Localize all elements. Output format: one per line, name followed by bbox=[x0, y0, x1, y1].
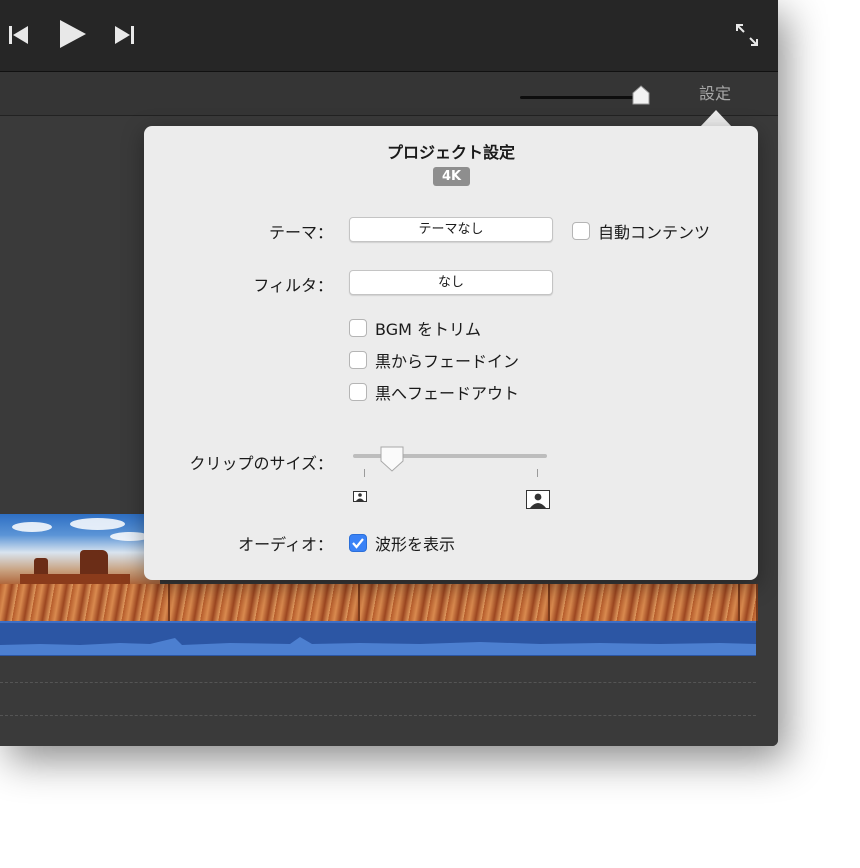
clip-frame bbox=[0, 584, 170, 621]
checkbox-box[interactable] bbox=[349, 351, 367, 369]
skip-back-icon[interactable] bbox=[8, 25, 30, 45]
checkbox-box[interactable] bbox=[349, 534, 367, 552]
fade-in-checkbox[interactable]: 黒からフェードイン bbox=[349, 348, 519, 372]
play-icon[interactable] bbox=[58, 19, 88, 49]
fade-out-label: 黒へフェードアウト bbox=[375, 384, 520, 403]
checkmark-icon bbox=[352, 538, 364, 549]
audio-waveform-track[interactable] bbox=[0, 621, 756, 656]
checkbox-box[interactable] bbox=[349, 319, 367, 337]
timeline-track-divider bbox=[0, 682, 756, 683]
filter-label: フィルタ： bbox=[253, 276, 333, 295]
show-waveform-label: 波形を表示 bbox=[375, 535, 456, 554]
clip-frame bbox=[360, 584, 550, 621]
clip-size-label: クリップのサイズ： bbox=[189, 454, 333, 473]
slider-tick bbox=[537, 469, 538, 477]
popover-title: プロジェクト設定 bbox=[386, 143, 515, 162]
audio-label: オーディオ： bbox=[238, 535, 333, 554]
popover-arrow bbox=[700, 110, 732, 127]
small-thumbnail-icon bbox=[353, 487, 367, 506]
auto-content-checkbox[interactable]: 自動コンテンツ bbox=[572, 219, 710, 243]
checkbox-box[interactable] bbox=[572, 222, 590, 240]
clip-frame bbox=[550, 584, 740, 621]
theme-popup[interactable]: テーマなし bbox=[349, 217, 553, 242]
fade-in-label: 黒からフェードイン bbox=[375, 352, 520, 371]
large-thumbnail-icon bbox=[526, 490, 550, 513]
trim-bgm-checkbox[interactable]: BGM をトリム bbox=[349, 316, 481, 340]
resolution-badge: 4K bbox=[433, 167, 470, 186]
checkbox-box[interactable] bbox=[349, 383, 367, 401]
slider-tick bbox=[364, 469, 365, 477]
fade-out-checkbox[interactable]: 黒へフェードアウト bbox=[349, 380, 519, 404]
theme-label: テーマ： bbox=[268, 223, 333, 242]
clip-frame bbox=[170, 584, 360, 621]
show-waveform-checkbox[interactable]: 波形を表示 bbox=[349, 531, 455, 555]
filter-popup[interactable]: なし bbox=[349, 270, 553, 295]
zoom-slider-track[interactable] bbox=[520, 96, 644, 99]
zoom-slider-knob[interactable] bbox=[632, 85, 650, 105]
settings-button[interactable]: 設定 bbox=[690, 83, 740, 105]
expand-icon[interactable] bbox=[734, 22, 760, 48]
timeline-track-divider bbox=[0, 715, 756, 716]
timeline-toolbar bbox=[0, 72, 778, 116]
skip-forward-icon[interactable] bbox=[114, 25, 136, 45]
clip-frame bbox=[740, 584, 758, 621]
trim-bgm-label: BGM をトリム bbox=[375, 320, 481, 339]
clip-thumbnail bbox=[0, 514, 160, 584]
auto-content-label: 自動コンテンツ bbox=[598, 223, 711, 242]
project-settings-popover: プロジェクト設定 4K テーマ： テーマなし 自動コンテンツ フィルタ： なし … bbox=[144, 126, 758, 580]
clip-size-slider-knob[interactable] bbox=[379, 445, 405, 473]
